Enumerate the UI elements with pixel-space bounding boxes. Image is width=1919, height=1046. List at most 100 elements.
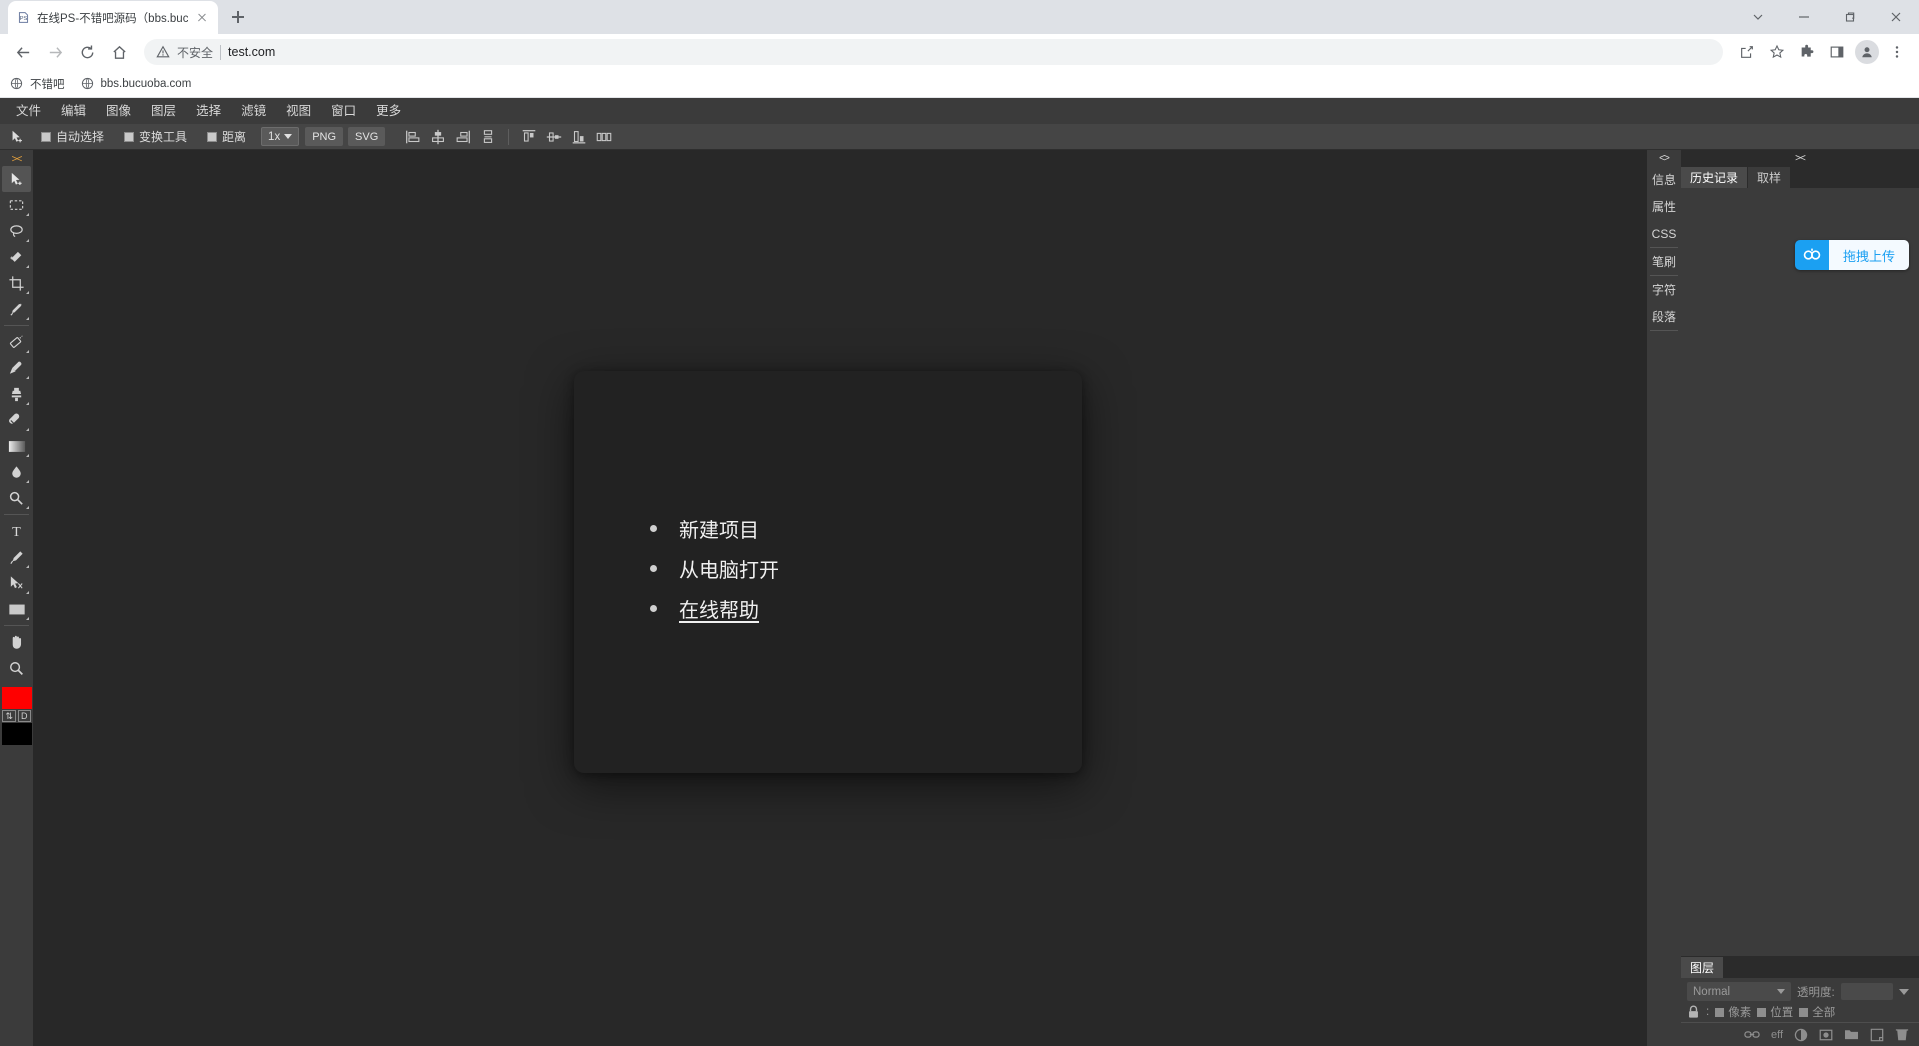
bookmark-item-0[interactable]: 不错吧: [10, 76, 65, 92]
window-close-icon[interactable]: [1873, 0, 1919, 34]
layer-effects-icon[interactable]: eff: [1771, 1029, 1783, 1041]
canvas-area[interactable]: 新建项目 从电脑打开 在线帮助: [33, 150, 1647, 1046]
vtab-info[interactable]: 信息: [1647, 166, 1681, 193]
distance-checkbox[interactable]: 距离: [198, 128, 255, 145]
distribute-horizontal-icon[interactable]: [593, 126, 615, 148]
foreground-color-swatch[interactable]: [1, 687, 32, 709]
export-png-button[interactable]: PNG: [305, 127, 344, 146]
hand-tool[interactable]: [2, 629, 31, 655]
reload-icon[interactable]: [72, 37, 102, 67]
menu-select[interactable]: 选择: [186, 98, 231, 124]
lock-pixels-checkbox[interactable]: 像素: [1715, 1004, 1751, 1020]
gradient-tool[interactable]: [2, 433, 31, 459]
menu-window[interactable]: 窗口: [321, 98, 366, 124]
menu-image[interactable]: 图像: [96, 98, 141, 124]
dodge-tool[interactable]: [2, 485, 31, 511]
tab-search-icon[interactable]: [1735, 0, 1781, 34]
adjustment-layer-icon[interactable]: [1794, 1028, 1808, 1042]
tab-history[interactable]: 历史记录: [1681, 167, 1748, 188]
vtab-brush[interactable]: 笔刷: [1647, 248, 1681, 275]
lasso-tool[interactable]: [2, 218, 31, 244]
new-project-link[interactable]: 新建项目: [679, 514, 759, 543]
new-group-icon[interactable]: [1844, 1028, 1859, 1041]
new-tab-button[interactable]: [224, 3, 252, 31]
layer-mask-icon[interactable]: [1819, 1028, 1833, 1042]
browser-tab[interactable]: PS 在线PS-不错吧源码（bbs.bucuo: [8, 1, 218, 34]
forward-arrow-icon[interactable]: [40, 37, 70, 67]
back-arrow-icon[interactable]: [8, 37, 38, 67]
move-tool-icon[interactable]: [4, 126, 30, 148]
vtab-css[interactable]: CSS: [1647, 220, 1681, 247]
default-colors-icon[interactable]: D: [18, 710, 31, 722]
bookmark-item-1[interactable]: bbs.bucuoba.com: [81, 77, 191, 91]
share-icon[interactable]: [1733, 38, 1761, 66]
opacity-input[interactable]: [1840, 983, 1893, 1000]
align-center-horizontal-icon[interactable]: [427, 126, 449, 148]
move-tool[interactable]: [2, 166, 31, 192]
vtab-paragraph[interactable]: 段落: [1647, 303, 1681, 330]
profile-avatar-icon[interactable]: [1853, 38, 1881, 66]
zoom-level-select[interactable]: 1x: [261, 127, 300, 146]
menu-file[interactable]: 文件: [6, 98, 51, 124]
list-item[interactable]: 在线帮助: [650, 592, 1082, 624]
marquee-tool[interactable]: [2, 192, 31, 218]
align-top-icon[interactable]: [518, 126, 540, 148]
home-icon[interactable]: [104, 37, 134, 67]
align-middle-vertical-icon[interactable]: [543, 126, 565, 148]
maximize-icon[interactable]: [1827, 0, 1873, 34]
tab-sampling[interactable]: 取样: [1748, 167, 1791, 188]
auto-select-checkbox[interactable]: 自动选择: [32, 128, 113, 145]
align-right-icon[interactable]: [452, 126, 474, 148]
toolbox-collapse-icon[interactable]: ><: [0, 152, 33, 166]
brush-tool[interactable]: [2, 355, 31, 381]
tab-close-icon[interactable]: [194, 10, 210, 26]
online-help-link[interactable]: 在线帮助: [679, 594, 759, 623]
background-color-swatch[interactable]: [1, 723, 32, 745]
more-menu-icon[interactable]: [1883, 38, 1911, 66]
align-left-icon[interactable]: [402, 126, 424, 148]
menu-view[interactable]: 视图: [276, 98, 321, 124]
extensions-icon[interactable]: [1793, 38, 1821, 66]
clone-stamp-tool[interactable]: [2, 381, 31, 407]
new-layer-icon[interactable]: [1870, 1028, 1884, 1042]
menu-more[interactable]: 更多: [366, 98, 411, 124]
open-from-computer-link[interactable]: 从电脑打开: [679, 554, 779, 583]
menu-edit[interactable]: 编辑: [51, 98, 96, 124]
lock-all-checkbox[interactable]: 全部: [1799, 1004, 1835, 1020]
lock-position-checkbox[interactable]: 位置: [1757, 1004, 1793, 1020]
address-bar[interactable]: 不安全 test.com: [144, 39, 1723, 65]
opacity-dropdown-icon[interactable]: [1898, 988, 1909, 995]
minimize-icon[interactable]: [1781, 0, 1827, 34]
blur-tool[interactable]: [2, 459, 31, 485]
vtab-properties[interactable]: 属性: [1647, 193, 1681, 220]
quick-selection-tool[interactable]: [2, 244, 31, 270]
transform-tool-checkbox[interactable]: 变换工具: [115, 128, 196, 145]
distribute-vertical-icon[interactable]: [477, 126, 499, 148]
vtabs-collapse-icon[interactable]: <>: [1647, 150, 1681, 166]
drag-upload-button[interactable]: 拖拽上传: [1794, 240, 1909, 270]
list-item[interactable]: 从电脑打开: [650, 552, 1082, 584]
pen-tool[interactable]: [2, 544, 31, 570]
list-item[interactable]: 新建项目: [650, 512, 1082, 544]
bookmark-star-icon[interactable]: [1763, 38, 1791, 66]
history-panel-collapse-icon[interactable]: ><: [1681, 150, 1919, 166]
swap-colors-icon[interactable]: ⇅: [2, 710, 17, 722]
shape-tool[interactable]: [2, 596, 31, 622]
delete-layer-icon[interactable]: [1895, 1027, 1909, 1042]
vtab-character[interactable]: 字符: [1647, 276, 1681, 303]
link-layers-icon[interactable]: [1744, 1029, 1760, 1040]
side-panel-icon[interactable]: [1823, 38, 1851, 66]
healing-brush-tool[interactable]: [2, 329, 31, 355]
blend-mode-select[interactable]: Normal: [1687, 982, 1791, 1001]
crop-tool[interactable]: [2, 270, 31, 296]
menu-layer[interactable]: 图层: [141, 98, 186, 124]
tab-layers[interactable]: 图层: [1681, 957, 1724, 978]
export-svg-button[interactable]: SVG: [348, 127, 386, 146]
align-bottom-icon[interactable]: [568, 126, 590, 148]
eraser-tool[interactable]: [2, 407, 31, 433]
menu-filter[interactable]: 滤镜: [231, 98, 276, 124]
zoom-tool[interactable]: [2, 655, 31, 681]
eyedropper-tool[interactable]: [2, 296, 31, 322]
type-tool[interactable]: T: [2, 518, 31, 544]
path-selection-tool[interactable]: [2, 570, 31, 596]
